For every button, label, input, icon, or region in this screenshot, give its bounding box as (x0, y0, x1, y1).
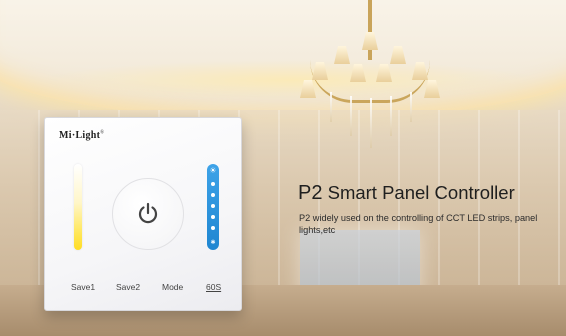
level-dot (211, 226, 215, 230)
level-dot (211, 204, 215, 208)
level-dot (211, 193, 215, 197)
level-dot (211, 215, 215, 219)
crystal-strand (410, 92, 412, 122)
save2-button[interactable]: Save2 (116, 282, 140, 292)
lamp-shade (390, 46, 406, 64)
crystal-strand (390, 96, 392, 136)
level-dot (211, 182, 215, 186)
power-icon (138, 202, 158, 224)
color-temperature-slider[interactable] (74, 164, 82, 250)
star-icon: ✱ (210, 240, 216, 246)
timer-60s-button[interactable]: 60S (206, 282, 221, 292)
crystal-strand (350, 96, 352, 136)
product-description: P2 widely used on the controlling of CCT… (299, 213, 538, 235)
mode-button[interactable]: Mode (162, 282, 183, 292)
smart-panel-controller: Mi·Light® ☀ ✱ Save1 Save2 Mode 60S (44, 117, 242, 311)
chandelier-stem (368, 0, 372, 60)
lamp-shade (362, 32, 378, 50)
brightness-slider[interactable]: ☀ ✱ (207, 164, 219, 250)
power-button[interactable] (112, 178, 184, 250)
sun-icon: ☀ (209, 166, 217, 175)
brand-logo: Mi·Light® (59, 130, 104, 141)
product-name: P2 (298, 182, 323, 204)
chandelier-arm (310, 60, 430, 103)
product-title: Smart Panel Controller (322, 182, 515, 203)
lamp-shade (334, 46, 350, 64)
crystal-strand (330, 92, 332, 122)
registered-mark: ® (100, 130, 105, 136)
crystal-strand (370, 98, 372, 148)
page-title: P2 Smart Panel Controller (298, 182, 515, 205)
lamp-shade (424, 80, 440, 98)
lamp-shade (300, 80, 316, 98)
brand-name: Mi·Light (59, 130, 101, 141)
chandelier (290, 0, 450, 160)
save1-button[interactable]: Save1 (71, 282, 95, 292)
